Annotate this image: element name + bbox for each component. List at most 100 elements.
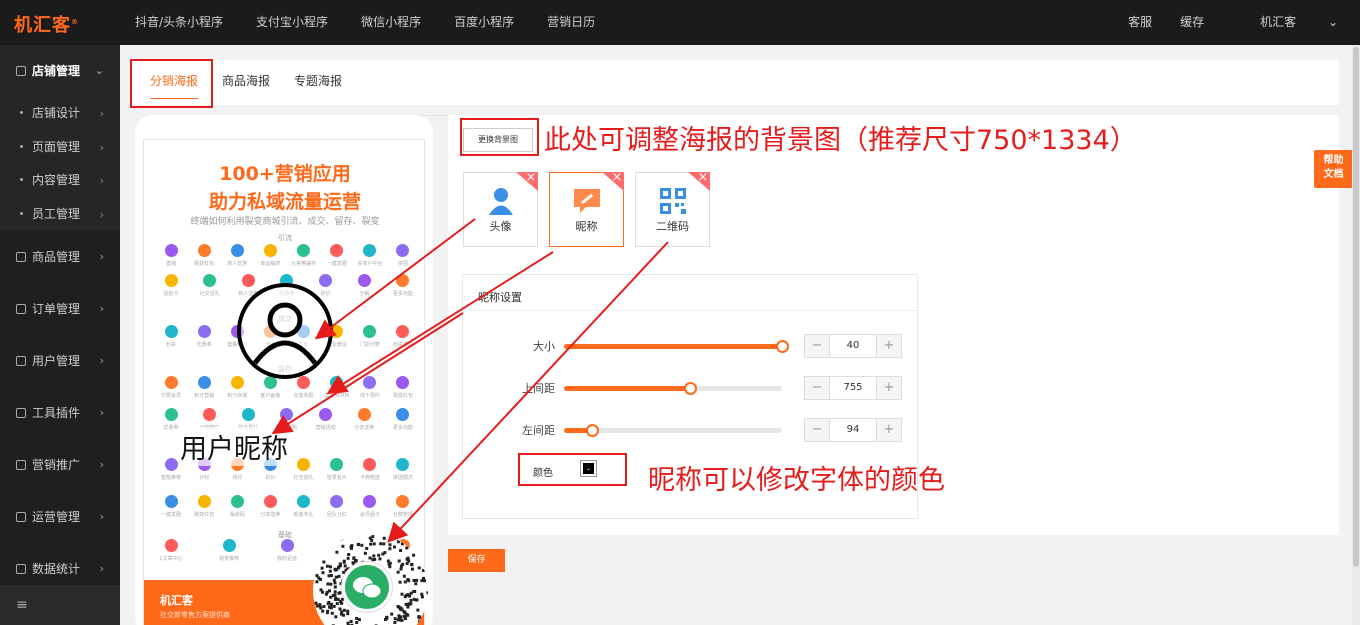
left-margin-stepper[interactable]: −94 + (804, 418, 902, 442)
poster-app-icon: 多商户平台 (357, 244, 383, 267)
user-icon (16, 356, 26, 366)
sidebar-subitem-pages[interactable]: 页面管理 › (0, 130, 120, 164)
topnav-item[interactable]: 百度小程序 (454, 0, 514, 45)
poster-footer-name: 机汇客 (160, 594, 193, 607)
poster-app-icon: 拼团 (390, 244, 416, 267)
poster-app-icon: 线下预约 (357, 376, 383, 399)
size-input[interactable]: 40 (829, 335, 877, 357)
collapse-sidebar-icon[interactable]: ≡ (0, 585, 120, 625)
poster-app-icon: 幸运抽奖 (257, 244, 283, 267)
minus-button[interactable]: − (805, 377, 829, 399)
poster-app-icon: 付费会员 (158, 376, 184, 399)
tab-topic-poster[interactable]: 专题海报 (294, 60, 342, 105)
sidebar-item-goods[interactable]: 商品管理 › (0, 231, 120, 283)
size-slider[interactable] (564, 340, 789, 353)
poster-app-icon: 积分商城 (224, 376, 250, 399)
topnav-item[interactable]: 抖音/头条小程序 (135, 0, 223, 45)
plus-button[interactable]: + (877, 419, 901, 441)
chevron-right-icon: › (99, 207, 104, 221)
top-right-menu: 客服 缓存 机汇客 ⌄ (1100, 0, 1338, 45)
annotation-box-color (518, 453, 627, 486)
poster-footer-subtitle: 社交新零售方案提供商 (160, 611, 230, 619)
poster-app-icon: 我的足迹 (274, 539, 300, 562)
sidebar-subitem-shop-design[interactable]: 店铺设计 › (0, 97, 120, 131)
account-menu[interactable]: 机汇客 ⌄ (1232, 0, 1338, 45)
poster-avatar-overlay[interactable] (237, 283, 333, 379)
chevron-right-icon: › (99, 458, 104, 471)
top-margin-slider[interactable] (564, 382, 782, 395)
poster-app-icon: 充值奖励 (291, 376, 317, 399)
tools-icon (16, 408, 26, 418)
topnav-item[interactable]: 营销日历 (547, 0, 595, 45)
shop-icon (16, 66, 26, 76)
plus-button[interactable]: + (877, 335, 901, 357)
topnav-item[interactable]: 微信小程序 (361, 0, 421, 45)
delete-icon[interactable]: × (516, 172, 538, 191)
chevron-right-icon: › (99, 250, 104, 263)
chevron-down-icon: ⌄ (1327, 15, 1338, 29)
poster-icon-row: 付费会员 积分营销 积分商城 客户画像 充值奖励 营销SCRM 线下预约 裂变红包 (158, 376, 416, 399)
poster-app-icon: 一键发圈 (324, 244, 350, 267)
poster-app-icon: 裂变红包 (191, 495, 217, 518)
help-docs-button[interactable]: 帮助 文档 (1314, 150, 1353, 188)
chevron-right-icon: › (99, 174, 104, 187)
sidebar-item-tools[interactable]: 工具插件 › (0, 387, 120, 439)
element-card-qrcode[interactable]: 二维码 × (635, 172, 710, 247)
poster-app-icon: 1文章中心 (158, 539, 184, 562)
tab-goods-poster[interactable]: 商品海报 (222, 60, 270, 105)
top-margin-stepper[interactable]: −755 + (804, 376, 902, 400)
left-margin-slider[interactable] (564, 424, 782, 437)
minus-button[interactable]: − (805, 419, 829, 441)
sidebar-subitem-content[interactable]: 内容管理 › (0, 164, 120, 198)
avatar-icon (253, 302, 317, 365)
element-label: 二维码 (656, 220, 689, 233)
poster-app-icon: 智慧名片 (324, 458, 350, 481)
sidebar-item-shop[interactable]: 店铺管理 ⌄ (0, 45, 120, 97)
slider-handle[interactable] (776, 340, 789, 353)
orders-icon (16, 304, 26, 314)
sidebar-item-orders[interactable]: 订单管理 › (0, 283, 120, 335)
poster-app-icon: 更多功能 (390, 408, 416, 431)
size-stepper[interactable]: −40 + (804, 334, 902, 358)
sidebar-item-marketing[interactable]: 营销推广 › (0, 439, 120, 491)
element-card-avatar[interactable]: 头像 × (463, 172, 538, 247)
left-margin-input[interactable]: 94 (829, 419, 877, 441)
poster-app-icon: 营销活动 (313, 408, 339, 431)
chevron-right-icon: › (99, 510, 104, 523)
topnav-item[interactable]: 支付宝小程序 (256, 0, 328, 45)
poster-app-icon: 门店列表 (357, 325, 383, 348)
annotation-color-text: 昵称可以修改字体的颜色 (648, 465, 945, 496)
top-margin-input[interactable]: 755 (829, 377, 877, 399)
poster-nickname-overlay[interactable]: 用户昵称 (180, 427, 288, 466)
poster-app-icon: 分销 (351, 274, 377, 297)
poster-app-icon: 社交送礼 (197, 274, 223, 297)
scrollbar-thumb[interactable] (1353, 47, 1359, 567)
delete-icon[interactable]: × (688, 172, 710, 191)
poster-app-icon: 新人优惠 (224, 244, 250, 267)
slider-fill (564, 344, 782, 349)
scrollbar[interactable] (1352, 45, 1360, 625)
qrcode-icon (660, 188, 686, 214)
minus-button[interactable]: − (805, 335, 829, 357)
delete-icon[interactable]: × (602, 172, 624, 191)
poster-app-icon: 秒杀活动 (390, 325, 416, 348)
sidebar-item-operations[interactable]: 运营管理 › (0, 491, 120, 543)
poster-app-icon: 团队分红 (324, 495, 350, 518)
sidebar-subitem-staff[interactable]: 员工管理 › (0, 197, 120, 231)
chevron-right-icon: › (99, 302, 104, 315)
poster-icon-row: 直播 裂变红包 新人优惠 幸运抽奖 九宫格抽奖 一键发圈 多商户平台 拼团 (158, 244, 416, 267)
chevron-right-icon: › (99, 406, 104, 419)
service-link[interactable]: 客服 (1128, 0, 1152, 45)
element-card-nickname[interactable]: 昵称 × (549, 172, 624, 247)
sidebar-item-users[interactable]: 用户管理 › (0, 335, 120, 387)
size-label: 大小 (533, 340, 555, 353)
logo[interactable]: 机汇客® (14, 11, 79, 37)
plus-button[interactable]: + (877, 377, 901, 399)
save-button[interactable]: 保存 (448, 549, 505, 572)
cache-link[interactable]: 缓存 (1180, 0, 1204, 45)
annotation-background-text: 此处可调整海报的背景图（推荐尺寸750*1334） (544, 125, 1137, 156)
poster-app-icon: 优惠券 (191, 325, 217, 348)
element-label: 头像 (489, 220, 512, 233)
tabs-card: 分销海报 商品海报 专题海报 (130, 60, 1339, 116)
sidebar: 店铺管理 ⌄ 店铺设计 › 页面管理 › 内容管理 › 员工管理 › 商品管理 › 订单管理… (0, 45, 120, 625)
